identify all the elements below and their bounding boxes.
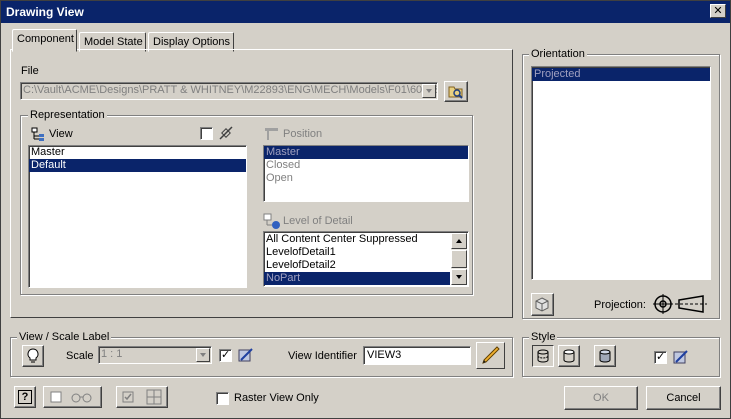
help-button[interactable]: ? xyxy=(14,386,36,408)
lod-list-item[interactable]: All Content Center Suppressed xyxy=(264,233,468,246)
glasses-icon xyxy=(50,391,92,403)
scale-dropdown-chevron-icon[interactable] xyxy=(196,348,210,362)
display-options-button[interactable] xyxy=(43,386,102,408)
style-link-icon[interactable] xyxy=(671,347,691,367)
cube-view-icon xyxy=(535,297,549,312)
view-label: View xyxy=(49,128,73,140)
wireframe-cylinder-icon xyxy=(563,349,575,363)
view-tree-icon xyxy=(31,127,44,141)
browse-file-button[interactable] xyxy=(444,81,468,102)
position-list-item-closed[interactable]: Closed xyxy=(264,159,468,172)
file-label: File xyxy=(21,65,39,77)
position-list-item-open[interactable]: Open xyxy=(264,172,468,185)
lod-list-item-selected[interactable]: NoPart xyxy=(264,272,450,285)
style-hidden-line-button[interactable] xyxy=(532,345,554,367)
cancel-button-label: Cancel xyxy=(666,392,701,404)
lightbulb-icon xyxy=(27,348,39,363)
close-button[interactable]: ✕ xyxy=(710,4,726,18)
view-scale-label-title: View / Scale Label xyxy=(17,331,112,343)
associative-link-icon xyxy=(219,126,233,140)
scale-label: Scale xyxy=(66,350,94,362)
ok-button[interactable]: OK xyxy=(564,386,638,410)
orientation-label: Orientation xyxy=(529,48,587,60)
scroll-up-icon[interactable] xyxy=(451,233,467,249)
scale-combo[interactable]: 1 : 1 xyxy=(98,346,212,364)
open-folder-icon xyxy=(448,86,463,99)
help-icon: ? xyxy=(18,390,32,404)
style-label: Style xyxy=(529,331,558,343)
style-hidden-line-removed-button[interactable] xyxy=(558,345,580,367)
custom-view-button[interactable] xyxy=(531,293,554,316)
file-path-value: C:\Vault\ACME\Designs\PRATT & WHITNEY\M2… xyxy=(23,84,438,96)
shaded-cylinder-icon xyxy=(599,349,611,363)
tab-display-options-label: Display Options xyxy=(153,36,231,48)
style-from-base-checkbox[interactable] xyxy=(654,350,667,364)
view-list[interactable]: Master Default xyxy=(28,145,247,288)
scroll-thumb[interactable] xyxy=(451,250,467,268)
ok-button-label: OK xyxy=(593,392,609,404)
view-associative-checkbox[interactable] xyxy=(200,127,213,140)
orientation-list[interactable]: Projected xyxy=(531,66,711,280)
grid-layout-icon xyxy=(122,389,162,405)
position-list-item-master[interactable]: Master xyxy=(264,146,468,159)
view-layout-button[interactable] xyxy=(116,386,168,408)
projection-label: Projection: xyxy=(594,299,646,311)
pencil-icon xyxy=(482,346,500,364)
view-identifier-input[interactable]: VIEW3 xyxy=(363,346,471,365)
close-icon: ✕ xyxy=(713,5,723,17)
representation-label: Representation xyxy=(28,109,107,121)
hidden-line-cylinder-icon xyxy=(537,349,549,363)
lod-list-item[interactable]: LevelofDetail2 xyxy=(264,259,468,272)
style-shaded-button[interactable] xyxy=(594,345,616,367)
level-of-detail-icon xyxy=(263,213,280,229)
label-visibility-button[interactable] xyxy=(22,345,44,367)
file-path-combo[interactable]: C:\Vault\ACME\Designs\PRATT & WHITNEY\M2… xyxy=(20,82,438,100)
tab-component[interactable]: Component xyxy=(12,29,77,52)
orientation-list-item-projected[interactable]: Projected xyxy=(532,68,710,81)
view-list-item-master[interactable]: Master xyxy=(29,146,246,159)
view-identifier-label: View Identifier xyxy=(288,350,357,362)
tab-model-state-label: Model State xyxy=(84,36,143,48)
title-bar: Drawing View ✕ xyxy=(1,1,730,23)
edit-label-icon[interactable] xyxy=(236,345,256,365)
drawing-view-dialog: Drawing View ✕ Component Model State Dis… xyxy=(0,0,731,419)
scale-visibility-checkbox[interactable] xyxy=(219,348,232,362)
position-list[interactable]: Master Closed Open xyxy=(263,145,469,202)
level-of-detail-list[interactable]: All Content Center Suppressed LevelofDet… xyxy=(263,231,469,287)
level-of-detail-label: Level of Detail xyxy=(283,215,353,227)
scroll-down-icon[interactable] xyxy=(451,269,467,285)
edit-view-label-button[interactable] xyxy=(476,342,505,369)
position-icon xyxy=(265,128,278,140)
cancel-button[interactable]: Cancel xyxy=(646,386,721,410)
tab-component-label: Component xyxy=(17,33,74,45)
file-dropdown-chevron-icon[interactable] xyxy=(422,84,436,98)
lod-list-item[interactable]: LevelofDetail1 xyxy=(264,246,468,259)
position-label: Position xyxy=(283,128,323,140)
raster-view-only-label: Raster View Only xyxy=(234,392,319,404)
raster-view-only-checkbox[interactable] xyxy=(216,392,229,405)
view-list-item-default[interactable]: Default xyxy=(29,159,246,172)
window-title: Drawing View xyxy=(6,5,84,19)
first-angle-projection-icon[interactable] xyxy=(653,293,708,315)
scale-value: 1 : 1 xyxy=(101,348,123,360)
lod-scrollbar[interactable] xyxy=(451,233,467,285)
